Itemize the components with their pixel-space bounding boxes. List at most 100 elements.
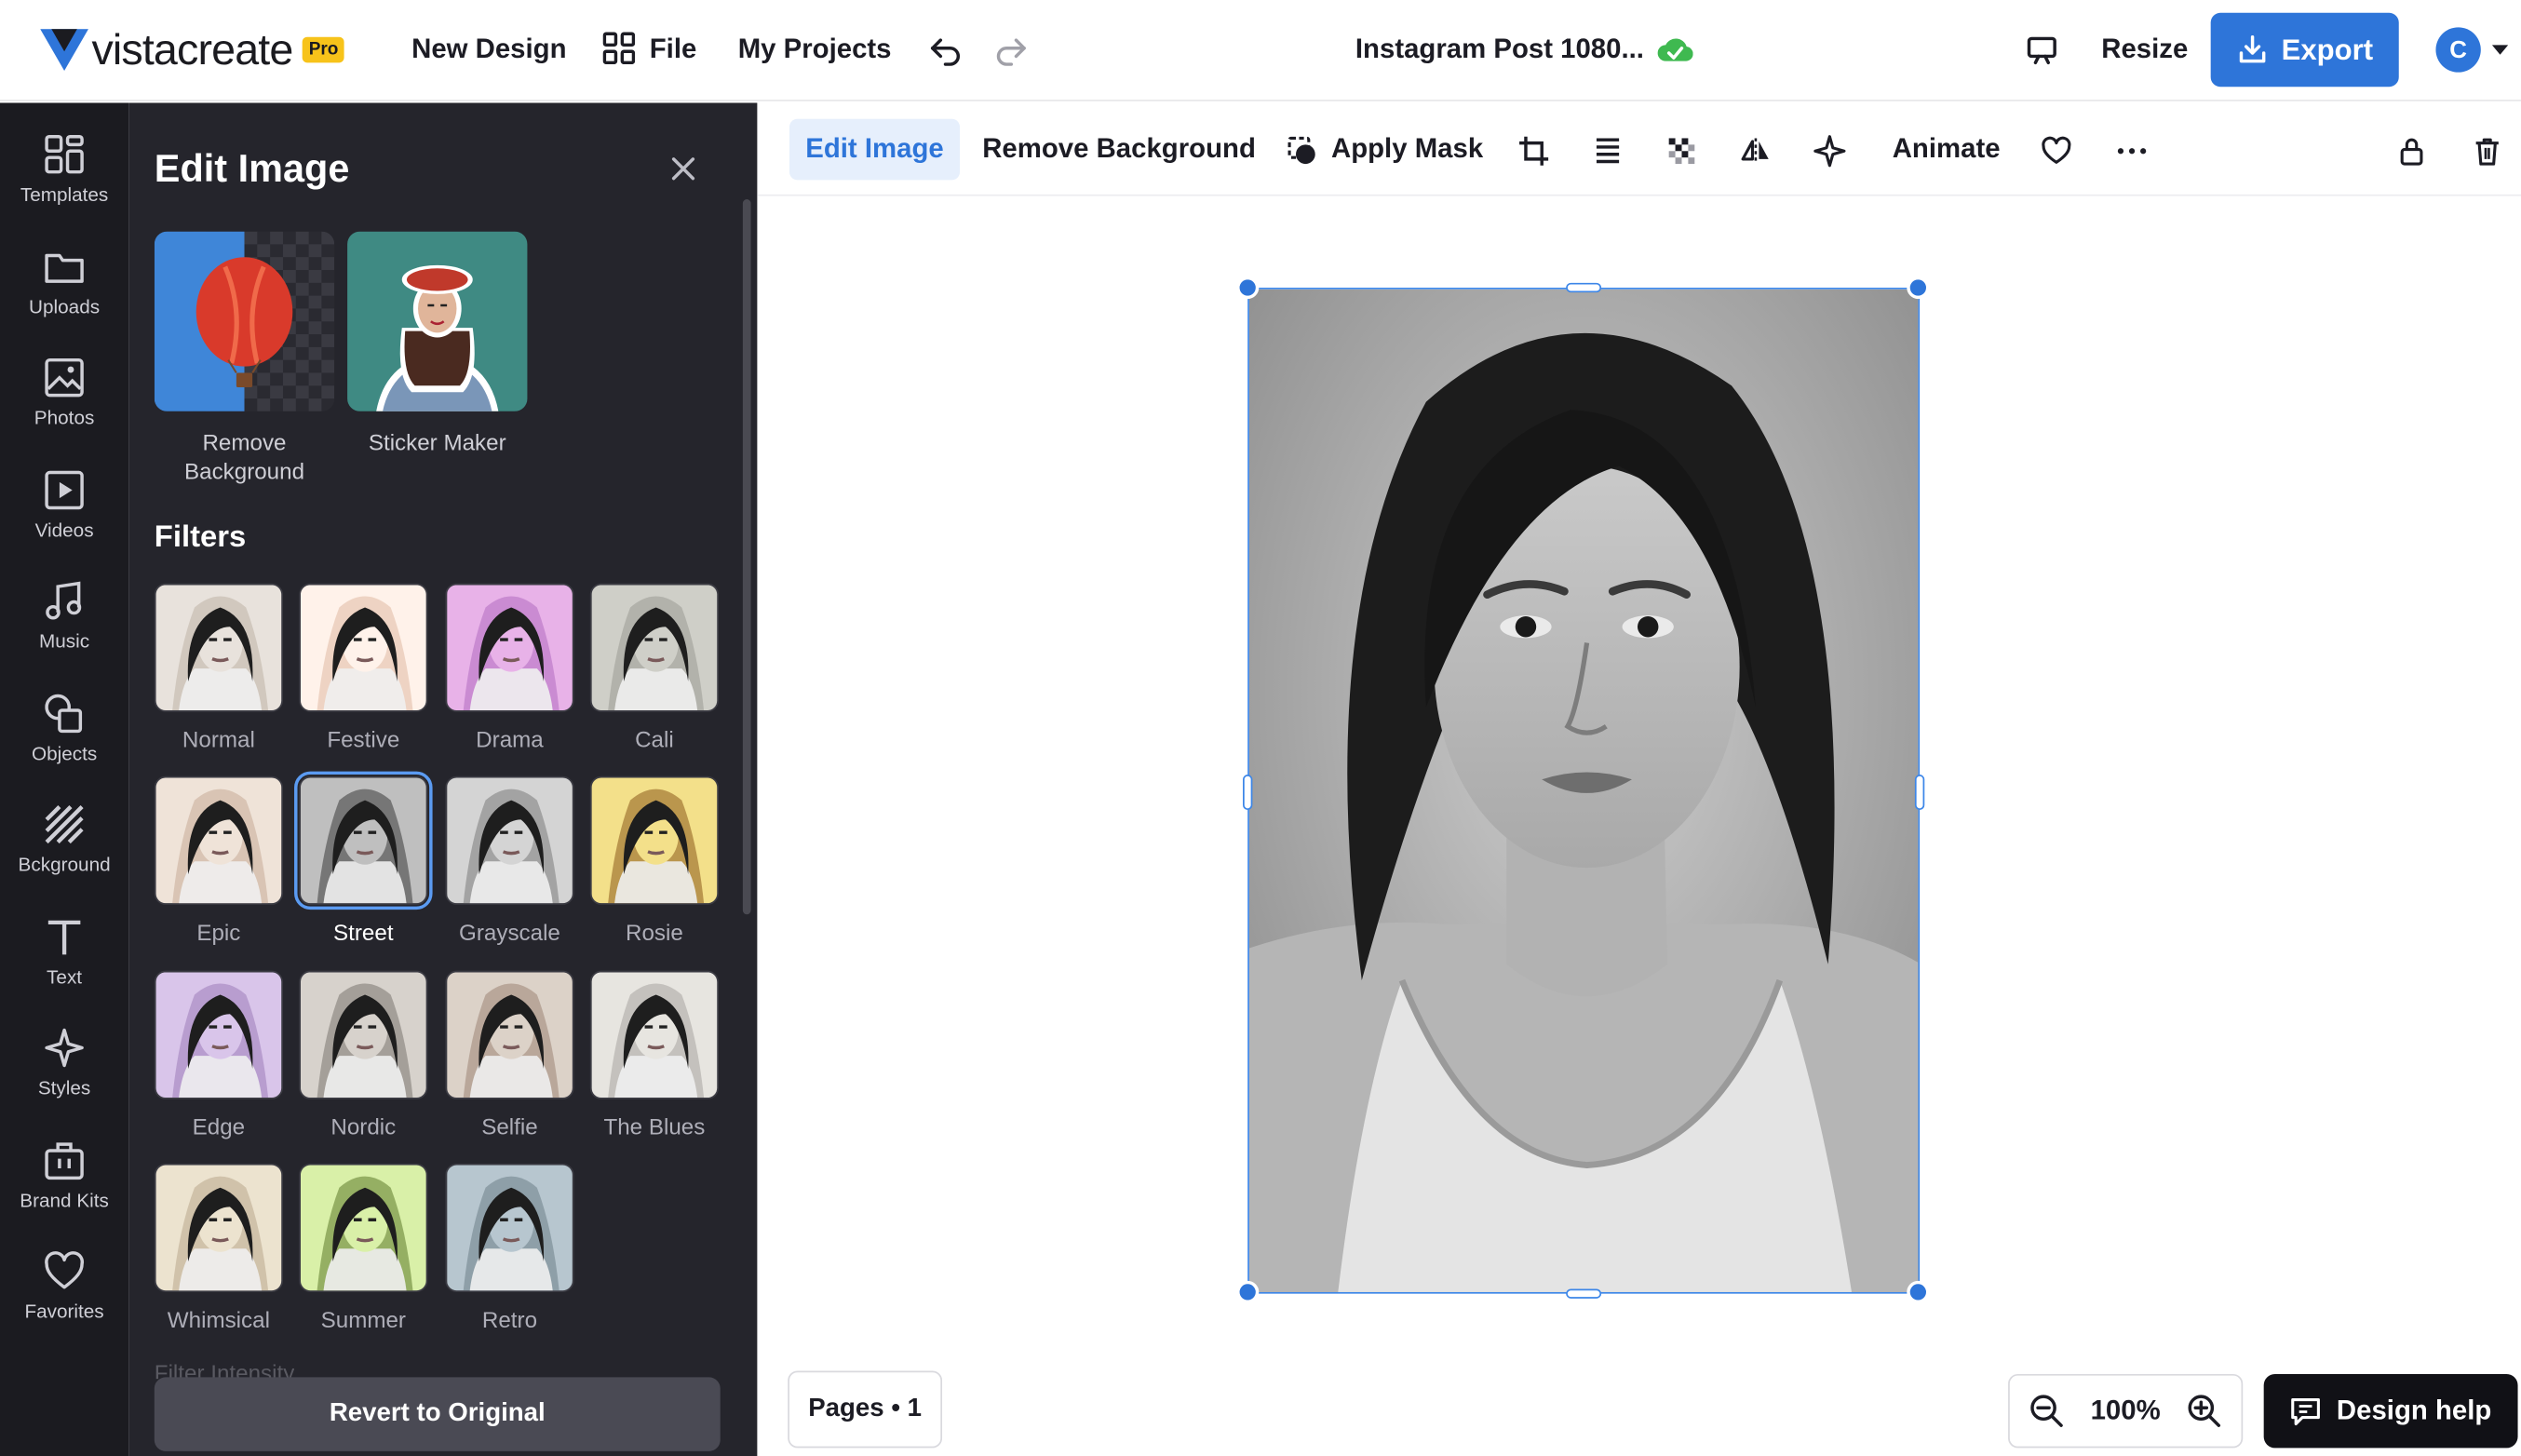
transparency-icon[interactable]: [1665, 135, 1698, 168]
zoom-out-icon[interactable]: [2029, 1394, 2065, 1429]
resize-handle-top[interactable]: [1566, 282, 1602, 293]
resize-handle-bottom[interactable]: [1566, 1288, 1602, 1299]
brand-name: vistacreate: [91, 25, 293, 74]
resize-handle-bottom-left[interactable]: [1236, 1280, 1260, 1304]
left-rail: Templates Uploads Photos Videos Music Ob…: [0, 102, 129, 1456]
chat-icon: [2291, 1398, 2321, 1426]
filter-preview-image: [447, 777, 573, 904]
revert-to-original-button[interactable]: Revert to Original: [154, 1377, 721, 1451]
export-button[interactable]: Export: [2210, 12, 2399, 88]
design-canvas[interactable]: Pages • 1 100% Design help: [757, 195, 2521, 1456]
filter-label: Cali: [635, 726, 674, 752]
filter-thumbnail: [154, 583, 283, 712]
pages-button[interactable]: Pages • 1: [788, 1370, 943, 1449]
resize-handle-top-left[interactable]: [1236, 276, 1260, 300]
resize-handle-right[interactable]: [1914, 775, 1925, 811]
filter-thumbnail: [445, 1163, 574, 1292]
image-icon: [45, 357, 84, 398]
close-icon[interactable]: [668, 155, 697, 183]
new-design-button[interactable]: New Design: [411, 33, 566, 68]
rail-item-favorites[interactable]: Favorites: [0, 1248, 128, 1348]
flip-icon[interactable]: [1740, 135, 1773, 168]
rail-label: Music: [39, 629, 90, 653]
filter-label: Rosie: [625, 919, 683, 946]
filter-rosie[interactable]: Rosie: [589, 775, 719, 946]
mask-icon: [1287, 136, 1315, 165]
edit-image-button[interactable]: Edit Image: [789, 118, 960, 181]
redo-icon[interactable]: [992, 31, 1031, 69]
rail-item-brand-kits[interactable]: Brand Kits: [0, 1138, 128, 1237]
filter-preview-image: [155, 777, 282, 904]
filter-intensity-label: Filter Intensity: [154, 1359, 295, 1380]
filter-preview-image: [300, 585, 426, 711]
remove-background-button[interactable]: Remove Background: [982, 119, 1256, 181]
zoom-in-icon[interactable]: [2187, 1394, 2222, 1429]
rail-item-background[interactable]: Bckground: [0, 802, 128, 901]
animate-button[interactable]: Animate: [1893, 119, 2001, 181]
filter-the-blues[interactable]: The Blues: [589, 970, 719, 1139]
selected-photo[interactable]: [1247, 288, 1921, 1294]
rail-item-videos[interactable]: Videos: [0, 467, 128, 567]
rail-item-music[interactable]: Music: [0, 578, 128, 678]
design-help-button[interactable]: Design help: [2263, 1373, 2518, 1449]
filters-heading: Filters: [154, 520, 247, 555]
align-lines-icon[interactable]: [1592, 135, 1624, 168]
filter-thumbnail: [299, 1163, 428, 1292]
resize-handle-top-right[interactable]: [1907, 276, 1930, 300]
filter-normal[interactable]: Normal: [154, 583, 283, 752]
filter-whimsical[interactable]: Whimsical: [154, 1163, 283, 1332]
filter-label: Festive: [327, 726, 400, 752]
crop-icon[interactable]: [1517, 135, 1550, 168]
filter-preview-image: [155, 1165, 282, 1291]
grid-icon[interactable]: [602, 32, 636, 65]
lock-icon[interactable]: [2395, 135, 2428, 168]
sparkle-icon: [45, 1028, 84, 1068]
filter-selfie[interactable]: Selfie: [445, 970, 574, 1139]
filter-nordic[interactable]: Nordic: [299, 970, 428, 1139]
panel-scrollbar[interactable]: [742, 199, 751, 915]
filter-cali[interactable]: Cali: [589, 583, 719, 752]
filter-epic[interactable]: Epic: [154, 775, 283, 945]
briefcase-icon: [45, 1142, 84, 1180]
filter-grayscale[interactable]: Grayscale: [445, 775, 574, 945]
filter-thumbnail: [154, 1163, 283, 1292]
sticker-maker-tool[interactable]: [347, 231, 528, 411]
resize-button[interactable]: Resize: [2101, 33, 2188, 68]
undo-icon[interactable]: [926, 31, 964, 69]
document-title[interactable]: Instagram Post 1080...: [1355, 33, 1644, 68]
filter-festive[interactable]: Festive: [299, 583, 428, 752]
filter-street[interactable]: Street: [294, 771, 433, 945]
filter-label: The Blues: [603, 1113, 706, 1139]
rail-item-photos[interactable]: Photos: [0, 356, 128, 455]
my-projects-button[interactable]: My Projects: [738, 33, 892, 68]
remove-background-tool[interactable]: [154, 231, 335, 411]
filter-preview-image: [155, 972, 282, 1099]
rail-item-text[interactable]: Text: [0, 914, 128, 1014]
zoom-level[interactable]: 100%: [2091, 1395, 2161, 1427]
filter-summer[interactable]: Summer: [299, 1163, 428, 1332]
heart-icon[interactable]: [2041, 135, 2073, 168]
trash-icon[interactable]: [2471, 135, 2503, 168]
rail-item-uploads[interactable]: Uploads: [0, 244, 128, 344]
sticker-preview-image: [347, 231, 528, 411]
more-options-icon[interactable]: [2116, 135, 2149, 168]
filter-drama[interactable]: Drama: [445, 583, 574, 752]
rail-item-objects[interactable]: Objects: [0, 691, 128, 790]
top-bar: vistacreate Pro New Design File My Proje…: [0, 0, 2521, 101]
filter-retro[interactable]: Retro: [445, 1163, 574, 1332]
rail-item-templates[interactable]: Templates: [0, 132, 128, 232]
resize-handle-left[interactable]: [1243, 775, 1253, 811]
file-menu-button[interactable]: File: [650, 33, 697, 68]
filter-edge[interactable]: Edge: [154, 970, 283, 1139]
effects-sparkle-icon[interactable]: [1813, 135, 1846, 168]
vistacreate-logo[interactable]: vistacreate Pro: [40, 25, 345, 74]
apply-mask-button[interactable]: Apply Mask: [1331, 119, 1483, 181]
chevron-down-icon[interactable]: [2491, 45, 2509, 55]
resize-handle-bottom-right[interactable]: [1907, 1280, 1930, 1304]
user-avatar[interactable]: C: [2435, 27, 2481, 73]
filter-label: Drama: [476, 726, 544, 752]
music-note-icon: [46, 581, 82, 620]
rail-label: Photos: [34, 406, 95, 429]
presentation-icon[interactable]: [2023, 31, 2061, 69]
rail-item-styles[interactable]: Styles: [0, 1025, 128, 1125]
